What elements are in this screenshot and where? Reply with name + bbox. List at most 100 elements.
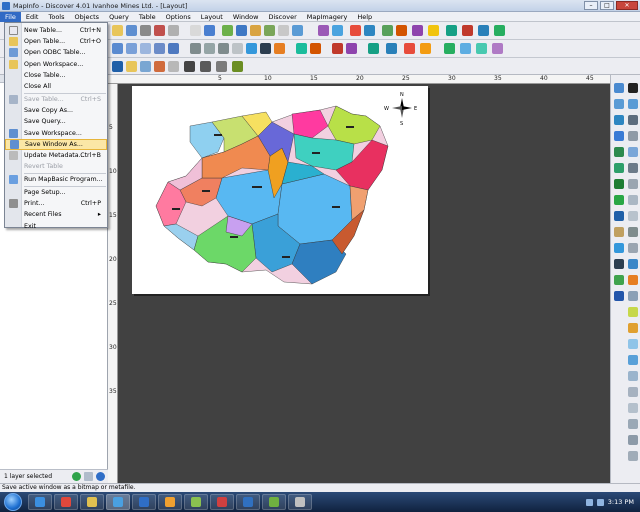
add-node-icon[interactable] <box>628 147 638 157</box>
menu-item-update-metadata[interactable]: Update Metadata... Ctrl+B <box>5 150 107 161</box>
copy-icon[interactable] <box>168 25 179 36</box>
ruler-icon[interactable] <box>260 43 271 54</box>
text-a-icon[interactable] <box>614 291 624 301</box>
reshape-icon[interactable] <box>628 131 638 141</box>
new-redistrict-icon[interactable] <box>278 25 289 36</box>
layer-icon[interactable] <box>332 43 343 54</box>
symbol-icon[interactable] <box>420 43 431 54</box>
drag-window-icon[interactable] <box>296 43 307 54</box>
zoom-tool-icon[interactable] <box>628 243 638 253</box>
grabber-icon[interactable] <box>232 43 243 54</box>
layout-window[interactable]: 5 10 15 20 25 30 35 40 45 5 10 15 20 25 … <box>108 75 610 483</box>
taskbar-explorer[interactable] <box>80 494 104 510</box>
menu-discover[interactable]: Discover <box>263 12 301 22</box>
network-icon[interactable] <box>585 498 593 506</box>
surface-icon[interactable] <box>478 25 489 36</box>
polygon-select-icon[interactable] <box>154 43 165 54</box>
north-arrow-icon[interactable] <box>492 43 503 54</box>
paste-icon[interactable] <box>190 25 201 36</box>
menu-file[interactable]: File <box>0 11 21 22</box>
open-table-icon[interactable] <box>112 25 123 36</box>
maximize-button[interactable]: □ <box>600 1 614 10</box>
menu-item-new-table[interactable]: New Table... Ctrl+N <box>5 25 107 36</box>
layout-tool-icon[interactable] <box>184 61 195 72</box>
discover-icon[interactable] <box>382 25 393 36</box>
map-frame[interactable]: N S E W <box>132 86 428 294</box>
menu-item-open-table[interactable]: Open Table... Ctrl+O <box>5 36 107 47</box>
add-layer-icon[interactable] <box>72 472 81 481</box>
taskbar-app10[interactable] <box>262 494 286 510</box>
label-tool-icon[interactable] <box>274 43 285 54</box>
new-mapper-icon[interactable] <box>222 25 233 36</box>
scale-icon[interactable] <box>628 291 638 301</box>
map-grid-icon[interactable] <box>446 25 457 36</box>
open-workspace-icon[interactable] <box>126 61 137 72</box>
menu-tools[interactable]: Tools <box>43 12 69 22</box>
menu-item-recent-files[interactable]: Recent Files ▸ <box>5 209 107 220</box>
menu-window[interactable]: Window <box>228 12 264 22</box>
new-browser-icon[interactable] <box>236 25 247 36</box>
callout-icon[interactable] <box>614 243 624 253</box>
polygon-icon[interactable] <box>614 147 624 157</box>
profile-icon[interactable] <box>462 25 473 36</box>
zoom-out-icon[interactable] <box>204 43 215 54</box>
menu-item-close-table[interactable]: Close Table... <box>5 70 107 81</box>
volume-icon[interactable] <box>596 498 604 506</box>
ellipse-icon[interactable] <box>614 163 624 173</box>
text-icon[interactable] <box>614 211 624 221</box>
scale-bar-icon[interactable] <box>476 43 487 54</box>
menu-table[interactable]: Table <box>134 12 161 22</box>
image-tool-icon[interactable] <box>628 419 638 429</box>
layout-page[interactable]: N S E W <box>132 86 428 294</box>
menu-item-print[interactable]: Print... Ctrl+P <box>5 198 107 209</box>
fill-icon[interactable] <box>614 275 624 285</box>
start-button[interactable] <box>4 493 22 511</box>
map-frame-icon[interactable] <box>232 61 243 72</box>
browser-icon[interactable] <box>140 61 151 72</box>
menu-item-exit[interactable]: Exit <box>5 221 107 232</box>
label-icon[interactable] <box>428 25 439 36</box>
unselect-icon[interactable] <box>168 61 179 72</box>
setup-icon[interactable] <box>386 43 397 54</box>
settings-tool-icon[interactable] <box>628 451 638 461</box>
thematic-icon[interactable] <box>346 43 357 54</box>
brush-icon[interactable] <box>628 275 638 285</box>
select-all-icon[interactable] <box>154 61 165 72</box>
menu-mapimagery[interactable]: MapImagery <box>302 12 353 22</box>
polyline-icon[interactable] <box>628 115 638 125</box>
menu-item-run-mapbasic[interactable]: Run MapBasic Program... <box>5 174 107 185</box>
menu-item-close-all[interactable]: Close All <box>5 81 107 92</box>
help-circle-icon[interactable] <box>96 472 105 481</box>
radius-select-icon[interactable] <box>140 43 151 54</box>
legend-icon[interactable] <box>318 25 329 36</box>
taskbar-app11[interactable] <box>288 494 312 510</box>
annotate-icon[interactable] <box>412 25 423 36</box>
undo-icon[interactable] <box>204 25 215 36</box>
select-icon[interactable] <box>112 43 123 54</box>
menu-item-save-workspace[interactable]: Save Workspace... <box>5 128 107 139</box>
table-tool-icon[interactable] <box>628 371 638 381</box>
chart-tool-icon[interactable] <box>628 403 638 413</box>
marquee-icon[interactable] <box>614 99 624 109</box>
hotlink-icon[interactable] <box>310 43 321 54</box>
frame-icon[interactable] <box>200 61 211 72</box>
layer-properties-icon[interactable] <box>84 472 93 481</box>
layers-icon[interactable] <box>628 307 638 317</box>
taskbar-app9[interactable] <box>236 494 260 510</box>
legend-tool-icon[interactable] <box>628 355 638 365</box>
print-icon[interactable] <box>140 25 151 36</box>
clip-region-icon[interactable] <box>368 43 379 54</box>
change-view-icon[interactable] <box>218 43 229 54</box>
frame-tool-icon[interactable] <box>614 227 624 237</box>
menu-objects[interactable]: Objects <box>70 12 105 22</box>
delete-icon[interactable] <box>350 25 361 36</box>
cut-icon[interactable] <box>154 25 165 36</box>
gps-icon[interactable] <box>444 43 455 54</box>
select-tool-icon[interactable] <box>628 99 638 109</box>
tools-icon[interactable] <box>396 25 407 36</box>
query-icon[interactable] <box>112 61 123 72</box>
new-grapher-icon[interactable] <box>250 25 261 36</box>
text-style-icon[interactable] <box>628 211 638 221</box>
drillhole-icon[interactable] <box>494 25 505 36</box>
pointer-icon[interactable] <box>628 83 638 93</box>
